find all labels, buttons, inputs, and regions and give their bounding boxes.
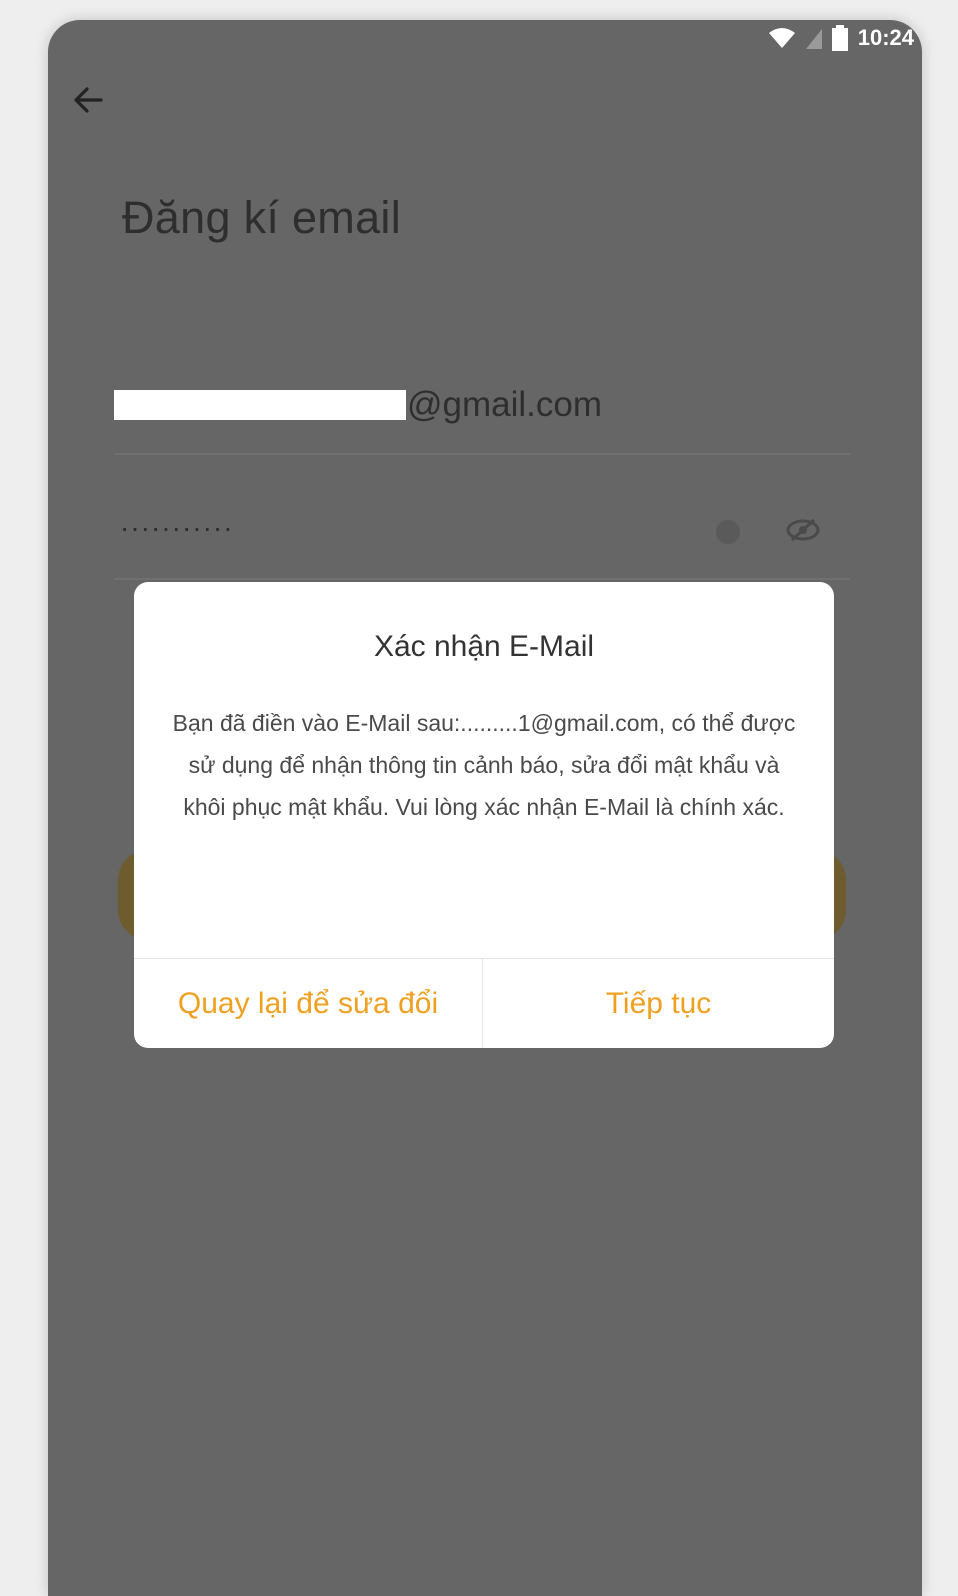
back-to-edit-button[interactable]: Quay lại để sửa đổi bbox=[134, 959, 482, 1048]
phone-screen: 10:24 Đăng kí email @gmail.com ·········… bbox=[48, 20, 922, 1596]
wifi-icon bbox=[768, 27, 796, 49]
email-redaction bbox=[114, 390, 406, 420]
battery-icon bbox=[831, 25, 848, 51]
email-field[interactable]: @gmail.com bbox=[114, 365, 850, 455]
continue-button[interactable]: Tiếp tục bbox=[483, 959, 834, 1048]
email-suffix-text: @gmail.com bbox=[407, 385, 603, 424]
status-bar: 10:24 bbox=[768, 20, 922, 56]
password-masked-value: ··········· bbox=[120, 512, 234, 543]
password-field[interactable]: ··········· bbox=[114, 490, 850, 580]
signal-icon bbox=[805, 27, 822, 49]
dialog-message: Bạn đã điền vào E-Mail sau:.........1@gm… bbox=[172, 710, 796, 820]
arrow-left-icon bbox=[73, 86, 103, 118]
eye-icon[interactable] bbox=[786, 516, 820, 549]
status-time: 10:24 bbox=[857, 25, 914, 50]
page-title: Đăng kí email bbox=[122, 192, 402, 243]
confirm-email-dialog: Xác nhận E-Mail Bạn đã điền vào E-Mail s… bbox=[134, 582, 834, 1048]
clear-icon[interactable] bbox=[716, 520, 740, 544]
back-button[interactable] bbox=[68, 82, 108, 122]
dialog-title: Xác nhận E-Mail bbox=[373, 630, 595, 663]
